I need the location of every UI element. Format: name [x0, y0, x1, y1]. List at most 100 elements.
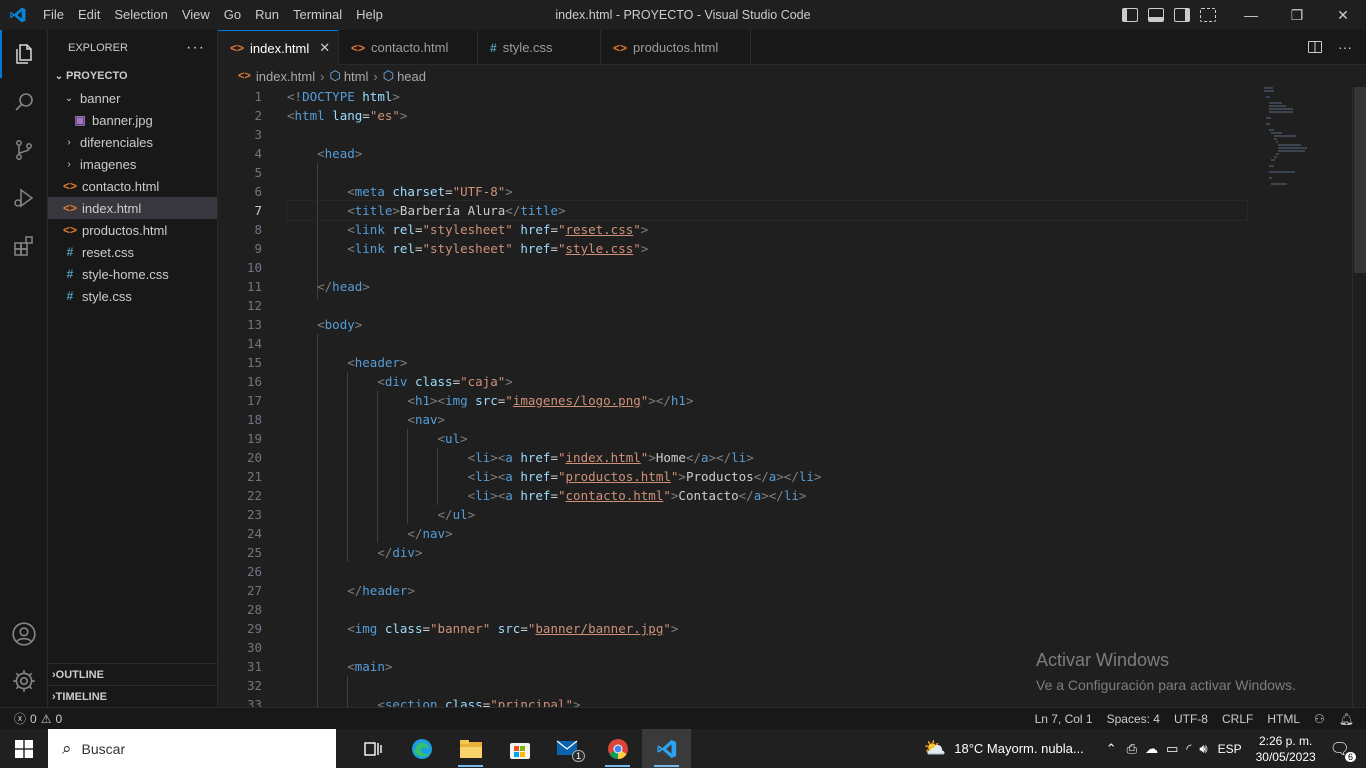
code-line[interactable]: [287, 296, 1227, 315]
weather-text[interactable]: 18°C Mayorm. nubla...: [954, 741, 1083, 756]
tree-item[interactable]: › imagenes: [48, 153, 217, 175]
taskbar-search[interactable]: ⌕ Buscar: [48, 729, 336, 768]
chevron-up-icon[interactable]: ⌃: [1106, 741, 1117, 757]
code-line[interactable]: <title>Barbería Alura</title>: [286, 200, 1248, 221]
code-line[interactable]: [287, 562, 1227, 581]
settings-icon[interactable]: [0, 657, 48, 705]
chrome-icon[interactable]: [593, 729, 642, 768]
timeline-section[interactable]: › TIMELINE: [48, 685, 218, 707]
tree-item[interactable]: # style-home.css: [48, 263, 217, 285]
menu-run[interactable]: Run: [248, 0, 286, 30]
code-line[interactable]: <div class="caja">: [287, 372, 1227, 391]
run-debug-icon[interactable]: [0, 174, 48, 222]
tab-contacto-html[interactable]: <> contacto.html: [339, 30, 478, 65]
code-line[interactable]: <img class="banner" src="banner/banner.j…: [287, 619, 1227, 638]
vscode-taskbar-icon[interactable]: [642, 729, 691, 768]
more-actions-button[interactable]: ···: [186, 39, 205, 57]
tree-item[interactable]: ▣ banner.jpg: [48, 109, 217, 131]
meet-now-icon[interactable]: ⎙: [1127, 741, 1137, 757]
code-line[interactable]: <header>: [287, 353, 1227, 372]
code-line[interactable]: <body>: [287, 315, 1227, 334]
battery-icon[interactable]: ▭: [1166, 741, 1178, 757]
tab-style-css[interactable]: # style.css: [478, 30, 601, 65]
code-line[interactable]: <li><a href="productos.html">Productos</…: [287, 467, 1227, 486]
code-line[interactable]: [287, 334, 1227, 353]
code-line[interactable]: </ul>: [287, 505, 1227, 524]
minimize-button[interactable]: —: [1228, 0, 1274, 30]
tree-item[interactable]: # style.css: [48, 285, 217, 307]
code-line[interactable]: <link rel="stylesheet" href="style.css">: [287, 239, 1227, 258]
vertical-scrollbar[interactable]: [1352, 87, 1366, 707]
code-area[interactable]: <!DOCTYPE html> <html lang="es"> <head> <…: [286, 87, 1248, 707]
code-line[interactable]: <li><a href="contacto.html">Contacto</a>…: [287, 486, 1227, 505]
tree-item[interactable]: <> contacto.html: [48, 175, 217, 197]
extensions-icon[interactable]: [0, 222, 48, 270]
code-line[interactable]: [287, 125, 1227, 144]
code-line[interactable]: <nav>: [287, 410, 1227, 429]
code-line[interactable]: </nav>: [287, 524, 1227, 543]
code-line[interactable]: <link rel="stylesheet" href="reset.css">: [287, 220, 1227, 239]
cursor-position[interactable]: Ln 7, Col 1: [1035, 712, 1093, 726]
code-line[interactable]: </head>: [287, 277, 1227, 296]
onedrive-icon[interactable]: ☁: [1145, 741, 1158, 757]
encoding[interactable]: UTF-8: [1174, 712, 1208, 726]
code-line[interactable]: <html lang="es">: [287, 106, 1227, 125]
feedback-icon[interactable]: ⚇: [1314, 712, 1325, 726]
toggle-primary-sidebar-icon[interactable]: [1122, 8, 1138, 22]
wifi-icon[interactable]: ◜: [1186, 741, 1191, 757]
menu-go[interactable]: Go: [217, 0, 248, 30]
menu-view[interactable]: View: [175, 0, 217, 30]
code-line[interactable]: <section class="principal">: [287, 695, 1227, 707]
search-icon[interactable]: [0, 78, 48, 126]
project-root[interactable]: ⌄ PROYECTO: [48, 65, 217, 87]
minimap[interactable]: [1252, 87, 1352, 247]
tree-item[interactable]: # reset.css: [48, 241, 217, 263]
menu-file[interactable]: File: [36, 0, 71, 30]
code-line[interactable]: </header>: [287, 581, 1227, 600]
close-tab-icon[interactable]: ✕: [309, 40, 330, 56]
scrollbar-thumb[interactable]: [1354, 87, 1366, 273]
menu-edit[interactable]: Edit: [71, 0, 107, 30]
indentation[interactable]: Spaces: 4: [1107, 712, 1160, 726]
tree-item[interactable]: ⌄ banner: [48, 87, 217, 109]
explorer-icon[interactable]: [0, 30, 48, 78]
volume-icon[interactable]: 🔊︎: [1199, 741, 1207, 757]
breadcrumb-head[interactable]: head: [397, 69, 426, 84]
tree-item[interactable]: › diferenciales: [48, 131, 217, 153]
toggle-secondary-sidebar-icon[interactable]: [1174, 8, 1190, 22]
tab-productos-html[interactable]: <> productos.html: [601, 30, 751, 65]
tree-item[interactable]: <> productos.html: [48, 219, 217, 241]
code-line[interactable]: </div>: [287, 543, 1227, 562]
tree-item[interactable]: <> index.html: [48, 197, 217, 219]
windows-start-icon[interactable]: [0, 729, 48, 768]
end-of-line[interactable]: CRLF: [1222, 712, 1253, 726]
code-line[interactable]: <h1><img src="imagenes/logo.png"></h1>: [287, 391, 1227, 410]
language-mode[interactable]: HTML: [1267, 712, 1300, 726]
more-actions-icon[interactable]: ···: [1338, 39, 1352, 55]
menu-help[interactable]: Help: [349, 0, 390, 30]
code-line[interactable]: <meta charset="UTF-8">: [287, 182, 1227, 201]
customize-layout-icon[interactable]: [1200, 8, 1216, 22]
tab-index-html[interactable]: <> index.html ✕: [218, 30, 339, 65]
language-indicator[interactable]: ESP: [1218, 742, 1242, 756]
code-line[interactable]: [287, 163, 1227, 182]
task-view-icon[interactable]: [348, 729, 397, 768]
microsoft-store-icon[interactable]: [495, 729, 544, 768]
code-line[interactable]: [287, 600, 1227, 619]
clock[interactable]: 2:26 p. m. 30/05/2023: [1256, 733, 1316, 765]
code-line[interactable]: <ul>: [287, 429, 1227, 448]
close-button[interactable]: ✕: [1320, 0, 1366, 30]
menu-terminal[interactable]: Terminal: [286, 0, 349, 30]
code-editor[interactable]: 1 2 3 4 5 6 7 8 9 10 11 12 13 14 15 16 17 18 19 20 21 22 23 24 2…: [218, 87, 1366, 707]
source-control-icon[interactable]: [0, 126, 48, 174]
toggle-panel-icon[interactable]: [1148, 8, 1164, 22]
file-explorer-icon[interactable]: [446, 729, 495, 768]
code-line[interactable]: <!DOCTYPE html>: [287, 87, 1227, 106]
edge-browser-icon[interactable]: [397, 729, 446, 768]
notifications-bell-icon[interactable]: 🔔︎: [1339, 712, 1354, 726]
weather-icon[interactable]: ⛅: [924, 738, 946, 759]
problems-status[interactable]: ⓧ 0 ⚠ 0: [0, 710, 62, 727]
breadcrumb-file[interactable]: index.html: [256, 69, 315, 84]
mail-icon[interactable]: 1: [544, 729, 593, 768]
code-line[interactable]: <head>: [287, 144, 1227, 163]
